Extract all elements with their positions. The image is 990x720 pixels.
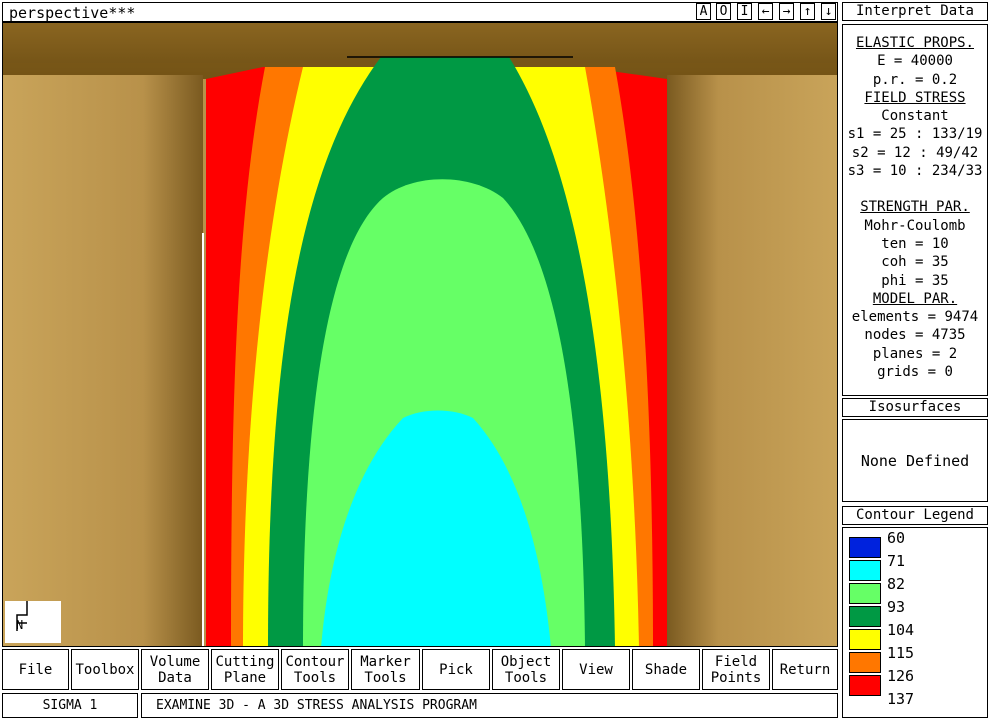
element-count: elements = 9474 xyxy=(851,309,979,326)
object-tools-button[interactable]: Object Tools xyxy=(492,649,560,690)
axis-indicator xyxy=(5,601,61,643)
isosurfaces-header[interactable]: Isosurfaces xyxy=(842,398,988,417)
legend-swatch xyxy=(849,583,881,604)
isosurfaces-value: None Defined xyxy=(860,452,970,470)
grid-count: grids = 0 xyxy=(877,364,953,381)
stress-contour-face xyxy=(206,57,667,646)
legend-value: 71 xyxy=(887,552,906,570)
stress-s3: s3 = 10 : 234/33 xyxy=(847,163,983,180)
toolbox-button[interactable]: Toolbox xyxy=(71,649,139,690)
nav-button-i[interactable]: I xyxy=(737,3,752,20)
legend-item: 104 xyxy=(849,621,985,651)
pick-button[interactable]: Pick xyxy=(422,649,490,690)
status-quantity: SIGMA 1 xyxy=(2,693,138,718)
legend-swatch xyxy=(849,606,881,627)
interpret-data-header[interactable]: Interpret Data xyxy=(842,2,988,21)
nav-down-arrow-icon[interactable]: ↓ xyxy=(821,3,836,20)
legend-item: 71 xyxy=(849,552,985,582)
legend-swatch xyxy=(849,629,881,650)
legend-item: 93 xyxy=(849,598,985,628)
tensile-strength: ten = 10 xyxy=(881,235,949,252)
plane-count: planes = 2 xyxy=(872,345,958,362)
left-pillar xyxy=(3,75,203,646)
marker-tools-button[interactable]: Marker Tools xyxy=(351,649,420,690)
legend-item: 137 xyxy=(849,690,985,720)
field-points-button[interactable]: Field Points xyxy=(702,649,770,690)
legend-swatch xyxy=(849,560,881,581)
view-button[interactable]: View xyxy=(562,649,630,690)
friction-angle: phi = 35 xyxy=(881,272,949,289)
cohesion: coh = 35 xyxy=(881,254,949,271)
shade-button[interactable]: Shade xyxy=(632,649,700,690)
cutting-plane-button[interactable]: Cutting Plane xyxy=(211,649,279,690)
legend-swatch xyxy=(849,537,881,558)
model-properties-panel: ELASTIC PROPS. E = 40000 p.r. = 0.2 FIEL… xyxy=(842,24,988,396)
legend-item: 82 xyxy=(849,575,985,605)
elastic-modulus: E = 40000 xyxy=(877,53,953,70)
legend-item: 115 xyxy=(849,644,985,674)
elastic-props-heading: ELASTIC PROPS. xyxy=(855,35,974,51)
window-title: perspective*** xyxy=(9,4,136,22)
legend-value: 104 xyxy=(887,621,915,639)
legend-value: 93 xyxy=(887,598,906,616)
model-par-heading: MODEL PAR. xyxy=(872,290,958,307)
field-stress-type: Constant xyxy=(881,108,949,125)
contour-legend-header[interactable]: Contour Legend xyxy=(842,506,988,525)
return-button[interactable]: Return xyxy=(772,649,838,690)
stress-s2: s2 = 12 : 49/42 xyxy=(851,144,979,161)
stress-s1: s1 = 25 : 133/19 xyxy=(847,126,983,143)
legend-value: 126 xyxy=(887,667,915,685)
legend-value: 60 xyxy=(887,529,906,547)
legend-value: 82 xyxy=(887,575,906,593)
poisson-ratio: p.r. = 0.2 xyxy=(872,71,958,88)
strength-par-heading: STRENGTH PAR. xyxy=(860,199,970,216)
strength-model: Mohr-Coulomb xyxy=(864,217,966,234)
title-bar: perspective*** xyxy=(2,2,838,22)
legend-value: 137 xyxy=(887,690,915,708)
nav-button-a[interactable]: A xyxy=(696,3,711,20)
legend-item: 60 xyxy=(849,529,985,559)
legend-value: 115 xyxy=(887,644,915,662)
file-button[interactable]: File xyxy=(2,649,69,690)
contour-tools-button[interactable]: Contour Tools xyxy=(281,649,349,690)
status-program-name: EXAMINE 3D - A 3D STRESS ANALYSIS PROGRA… xyxy=(141,693,838,718)
contour-legend: 60 71 82 93 104 115 126 137 xyxy=(842,527,988,718)
contour-render: N xyxy=(3,23,837,646)
model-viewport[interactable]: N xyxy=(2,22,838,647)
isosurfaces-panel: None Defined xyxy=(842,419,988,502)
right-pillar xyxy=(667,75,837,646)
nav-left-arrow-icon[interactable]: ← xyxy=(758,3,773,20)
legend-swatch xyxy=(849,675,881,696)
nav-button-o[interactable]: O xyxy=(716,3,731,20)
legend-item: 126 xyxy=(849,667,985,697)
nav-up-arrow-icon[interactable]: ↑ xyxy=(800,3,815,20)
field-stress-heading: FIELD STRESS xyxy=(864,89,966,106)
svg-text:N: N xyxy=(16,618,23,632)
volume-data-button[interactable]: Volume Data xyxy=(141,649,209,690)
legend-swatch xyxy=(849,652,881,673)
nav-right-arrow-icon[interactable]: → xyxy=(779,3,794,20)
node-count: nodes = 4735 xyxy=(864,327,966,344)
